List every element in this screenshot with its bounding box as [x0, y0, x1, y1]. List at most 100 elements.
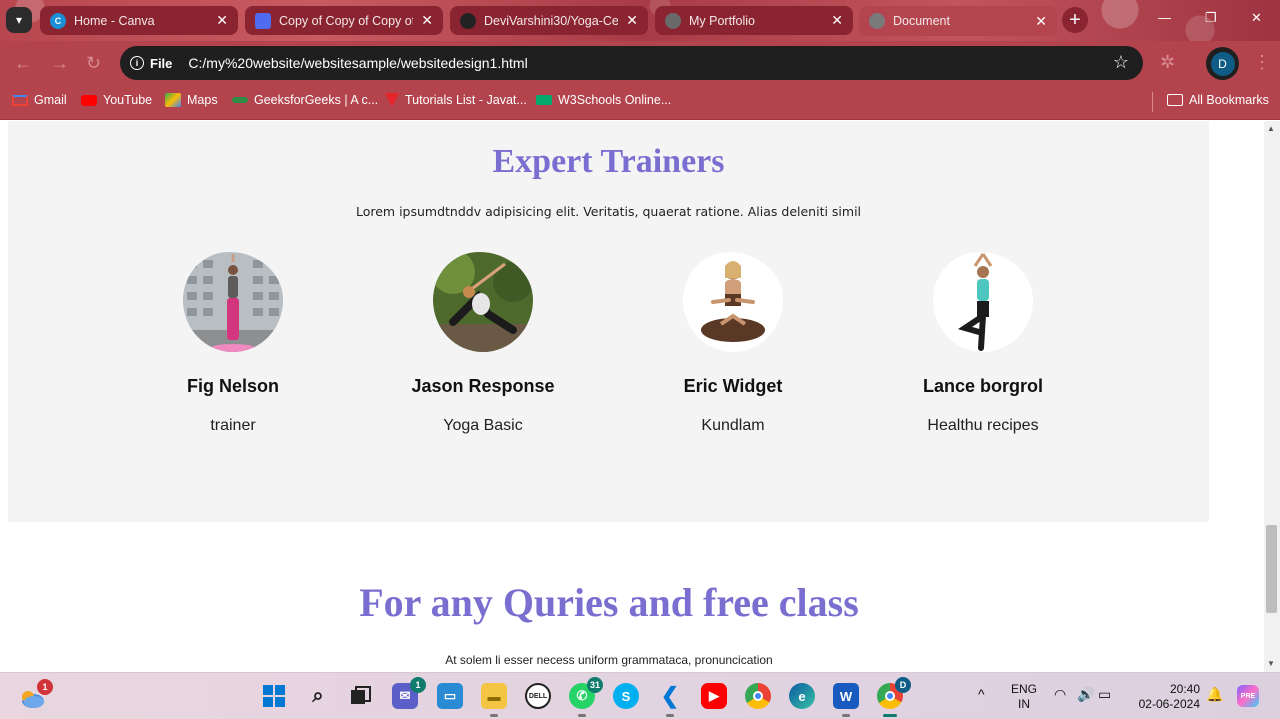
wifi-icon[interactable]: ◠: [1054, 687, 1066, 702]
all-bookmarks-label: All Bookmarks: [1189, 93, 1269, 107]
queries-title: For any Quries and free class: [359, 580, 859, 625]
trainer-photo: [683, 252, 783, 352]
trainer-card: Fig Nelson trainer: [133, 252, 333, 435]
trainer-card: Eric Widget Kundlam: [633, 252, 833, 435]
trainer-name: Jason Response: [411, 376, 555, 396]
minimize-icon[interactable]: —: [1158, 10, 1171, 25]
trainer-role: trainer: [210, 417, 256, 434]
bookmarks-divider: [1152, 92, 1153, 112]
extensions-icon[interactable]: ✲: [1160, 52, 1175, 73]
trainer-role: Healthu recipes: [927, 417, 1039, 434]
scroll-up-icon[interactable]: ▲: [1267, 124, 1275, 133]
youtube-icon: [81, 94, 97, 106]
avatar: D: [1210, 51, 1235, 76]
trainer-card: Lance borgrol Healthu recipes: [883, 252, 1083, 435]
info-icon: i: [130, 56, 144, 70]
date: 02-06-2024: [1138, 697, 1200, 711]
bookmark-maps[interactable]: Maps: [165, 93, 218, 107]
forward-icon[interactable]: →: [51, 53, 69, 74]
edge-icon[interactable]: e: [789, 683, 815, 709]
desktop-app-icon[interactable]: ▭: [437, 683, 463, 709]
trainer-photo: [433, 252, 533, 352]
close-tab-icon[interactable]: ✕: [831, 12, 843, 29]
bookmark-geeksforgeeks[interactable]: GeeksforGeeks | A c...: [232, 93, 378, 107]
tab-title: Copy of Copy of Copy of: [279, 13, 414, 28]
bookmarks-bar: Gmail YouTube Maps GeeksforGeeks | A c..…: [0, 86, 1280, 120]
tab-github[interactable]: DeviVarshini30/Yoga-Cen ✕: [450, 6, 648, 35]
running-indicator: [490, 714, 498, 717]
site-info-chip[interactable]: i File: [130, 56, 172, 71]
tab-copy-of-copy[interactable]: Copy of Copy of Copy of ✕: [245, 6, 443, 35]
bookmark-star-icon[interactable]: ☆: [1113, 52, 1129, 73]
close-tab-icon[interactable]: ✕: [626, 12, 638, 29]
geeksforgeeks-icon: [232, 97, 248, 103]
battery-icon[interactable]: ▭: [1098, 687, 1111, 702]
search-icon[interactable]: ⌕: [305, 683, 331, 709]
browser-toolbar: ← → ↻ i File C:/my%20website/websitesamp…: [0, 41, 1280, 86]
running-indicator: [842, 714, 850, 717]
folder-icon: [1167, 94, 1183, 106]
close-tab-icon[interactable]: ✕: [1035, 13, 1047, 30]
reload-icon[interactable]: ↻: [86, 53, 101, 74]
start-button[interactable]: [261, 683, 287, 709]
github-icon: [460, 12, 476, 29]
back-icon[interactable]: ←: [14, 53, 32, 74]
all-bookmarks-button[interactable]: All Bookmarks: [1167, 93, 1269, 107]
bookmark-w3schools[interactable]: W3Schools Online...: [536, 93, 671, 107]
bookmark-gmail[interactable]: Gmail: [12, 93, 67, 107]
task-view-icon[interactable]: [348, 683, 374, 709]
tab-portfolio[interactable]: My Portfolio ✕: [655, 6, 853, 35]
close-window-icon[interactable]: ✕: [1251, 10, 1262, 26]
windows-logo-icon: [263, 685, 285, 707]
active-indicator: [883, 714, 897, 717]
running-indicator: [666, 714, 674, 717]
skype-icon[interactable]: S: [613, 683, 639, 709]
trainer-photo: [183, 252, 283, 352]
tab-canva[interactable]: C Home - Canva ✕: [40, 6, 238, 35]
menu-dots-icon[interactable]: ⋮: [1253, 52, 1271, 73]
word-icon[interactable]: W: [833, 683, 859, 717]
dell-icon[interactable]: DELL: [525, 683, 551, 709]
close-tab-icon[interactable]: ✕: [216, 12, 228, 29]
tab-search-button[interactable]: ▾: [6, 7, 32, 33]
trainer-card: Jason Response Yoga Basic: [383, 252, 583, 435]
youtube-app-icon[interactable]: ▶: [701, 683, 727, 709]
scroll-down-icon[interactable]: ▼: [1267, 659, 1275, 668]
javatpoint-icon: [385, 93, 399, 107]
notification-bell-icon[interactable]: 🔔: [1206, 687, 1223, 702]
profile-badge: D: [895, 677, 911, 693]
url-text[interactable]: C:/my%20website/websitesample/websitedes…: [188, 55, 527, 71]
show-hidden-icons[interactable]: ^: [978, 687, 985, 702]
slides-icon: [255, 12, 271, 29]
weather-widget[interactable]: 1: [19, 679, 53, 711]
teams-chat-icon[interactable]: ✉ 1: [392, 677, 426, 709]
globe-icon: [665, 12, 681, 29]
volume-icon[interactable]: 🔊: [1077, 687, 1094, 702]
bookmark-youtube[interactable]: YouTube: [81, 93, 152, 107]
notification-badge: 31: [586, 677, 603, 693]
trainer-name: Eric Widget: [683, 376, 783, 396]
address-bar[interactable]: i File C:/my%20website/websitesample/web…: [120, 46, 1143, 80]
scheme-label: File: [150, 55, 173, 71]
whatsapp-icon[interactable]: ✆ 31: [569, 677, 603, 717]
chevron-down-icon: ▾: [15, 13, 23, 27]
tab-strip: ▾ C Home - Canva ✕ Copy of Copy of Copy …: [0, 0, 1280, 41]
canva-icon: C: [50, 12, 66, 29]
bookmark-javatpoint[interactable]: Tutorials List - Javat...: [385, 93, 527, 107]
clock[interactable]: 20:40 02-06-2024: [1130, 682, 1200, 712]
close-tab-icon[interactable]: ✕: [421, 12, 433, 29]
chrome-icon[interactable]: [745, 683, 771, 709]
copilot-icon[interactable]: PRE: [1237, 685, 1259, 707]
restore-icon[interactable]: ❐: [1205, 10, 1217, 26]
globe-icon: [869, 13, 885, 29]
file-explorer-icon[interactable]: ▬: [481, 683, 507, 717]
bookmark-label: YouTube: [103, 93, 153, 107]
language-indicator[interactable]: ENG IN: [1008, 682, 1040, 712]
new-tab-button[interactable]: +: [1062, 7, 1088, 33]
chrome-profile-icon[interactable]: D: [877, 677, 911, 717]
vscode-icon[interactable]: ❮: [657, 683, 683, 717]
profile-button[interactable]: D: [1206, 47, 1239, 80]
section-title: Expert Trainers: [492, 143, 725, 180]
tab-document[interactable]: Document ✕: [859, 6, 1057, 36]
scrollbar-thumb[interactable]: [1266, 525, 1277, 613]
